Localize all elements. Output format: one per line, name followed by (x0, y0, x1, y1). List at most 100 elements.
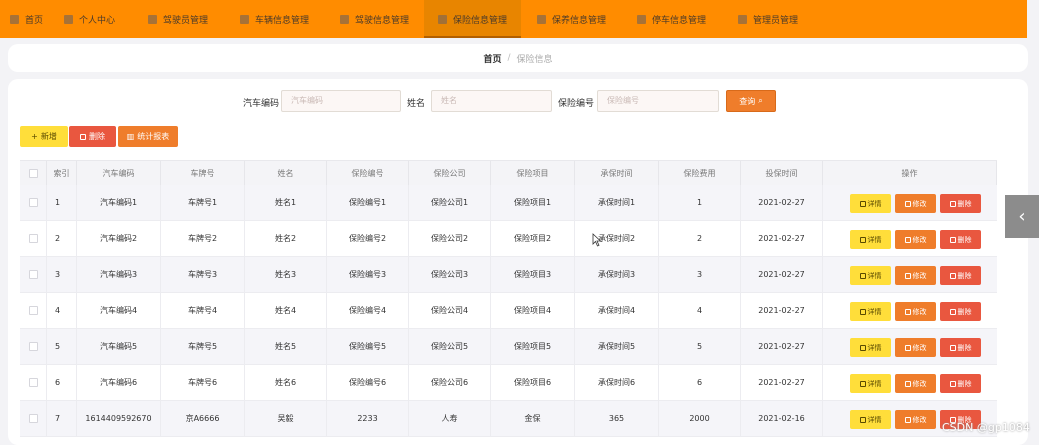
table-cell: 保险项目5 (491, 329, 575, 365)
stats-report-button[interactable]: ▥ 统计报表 (118, 126, 178, 147)
watermark: CSDN @gp1084 (942, 421, 1030, 434)
batch-delete-button[interactable]: 删除 (69, 126, 116, 147)
insurance-no-label: 保险编号 (558, 99, 595, 109)
row-checkbox[interactable] (29, 198, 38, 207)
edit-button[interactable]: 修改 (895, 410, 936, 429)
name-input[interactable]: 姓名 (431, 90, 552, 112)
detail-button[interactable]: 详情 (850, 338, 891, 357)
row-checkbox[interactable] (29, 270, 38, 279)
select-all-checkbox[interactable] (29, 169, 38, 178)
name-label: 姓名 (407, 99, 426, 109)
table-cell: 承保时间3 (575, 257, 659, 293)
car-code-input[interactable]: 汽车编码 (281, 90, 401, 112)
edit-icon (904, 344, 911, 351)
table-cell: 保险公司1 (409, 185, 491, 221)
edit-button[interactable]: 修改 (895, 230, 936, 249)
table-cell: 2021-02-27 (741, 221, 823, 257)
nav-item-label: 车辆信息管理 (255, 15, 310, 26)
delete-button[interactable]: 删除 (940, 374, 981, 393)
table-cell: 保险编号2 (327, 221, 409, 257)
detail-button[interactable]: 详情 (850, 302, 891, 321)
row-checkbox[interactable] (29, 234, 38, 243)
table-cell: 保险项目3 (491, 257, 575, 293)
table-cell: 1 (47, 185, 77, 221)
nav-item-4[interactable]: 驾驶信息管理 (340, 0, 409, 38)
detail-button-label: 详情 (867, 343, 882, 352)
table-cell: 车牌号1 (161, 185, 245, 221)
table-cell: 姓名6 (245, 365, 327, 401)
trash-icon (949, 380, 956, 387)
row-select-cell (20, 257, 47, 293)
table-cell: 汽车编码4 (77, 293, 161, 329)
table-cell: 保险编号6 (327, 365, 409, 401)
table-cell: 2 (47, 221, 77, 257)
edit-button-label: 修改 (912, 343, 927, 352)
delete-button[interactable]: 删除 (940, 230, 981, 249)
detail-button[interactable]: 详情 (850, 374, 891, 393)
nav-item-6[interactable]: 保养信息管理 (537, 0, 606, 38)
table-cell: 姓名1 (245, 185, 327, 221)
row-select-cell (20, 185, 47, 221)
nav-item-7[interactable]: 停车信息管理 (637, 0, 706, 38)
delete-button[interactable]: 删除 (940, 194, 981, 213)
nav-item-label: 保险信息管理 (453, 15, 508, 26)
table-cell: 保险公司5 (409, 329, 491, 365)
trash-icon (80, 133, 86, 140)
row-checkbox[interactable] (29, 342, 38, 351)
user-icon (738, 14, 747, 24)
table-cell: 2021-02-27 (741, 365, 823, 401)
row-checkbox[interactable] (29, 378, 38, 387)
nav-item-3[interactable]: 车辆信息管理 (240, 0, 309, 38)
column-header: 车牌号 (161, 161, 245, 186)
table-cell: 7 (47, 401, 77, 437)
delete-button[interactable]: 删除 (940, 302, 981, 321)
column-header: 操作 (823, 161, 997, 186)
column-header: 保险编号 (327, 161, 409, 186)
breadcrumb-home[interactable]: 首页 (483, 52, 501, 65)
table-cell: 6 (659, 365, 741, 401)
insurance-no-input[interactable]: 保险编号 (597, 90, 719, 112)
table-cell: 汽车编码5 (77, 329, 161, 365)
row-select-cell (20, 365, 47, 401)
detail-button[interactable]: 详情 (850, 230, 891, 249)
edit-button[interactable]: 修改 (895, 302, 936, 321)
nav-item-2[interactable]: 驾驶员管理 (148, 0, 208, 38)
detail-button[interactable]: 详情 (850, 194, 891, 213)
table-cell: 6 (47, 365, 77, 401)
delete-button[interactable]: 删除 (940, 266, 981, 285)
table-row: 7 1614409592670 京A6666 吴毅 2233 人寿 金保 365 2000 202… (20, 401, 997, 437)
delete-button[interactable]: 删除 (940, 338, 981, 357)
search-button[interactable]: 查询 ⌕ (726, 90, 776, 112)
breadcrumb-current: 保险信息 (516, 54, 553, 65)
edit-button[interactable]: 修改 (895, 266, 936, 285)
table-cell: 2 (659, 221, 741, 257)
row-checkbox[interactable] (29, 306, 38, 315)
row-checkbox[interactable] (29, 414, 38, 423)
detail-button-label: 详情 (867, 307, 882, 316)
side-collapse-tab[interactable]: ‹ (1005, 195, 1039, 238)
edit-button[interactable]: 修改 (895, 194, 936, 213)
column-header: 承保时间 (575, 161, 659, 186)
row-actions-cell: 详情 修改 删除 (823, 293, 997, 329)
detail-button[interactable]: 详情 (850, 410, 891, 429)
table-cell: 2021-02-27 (741, 329, 823, 365)
nav-item-5[interactable]: 保险信息管理 (424, 0, 522, 38)
column-header: 保险项目 (491, 161, 575, 186)
add-button[interactable]: + 新增 (20, 126, 68, 147)
column-header: 保险费用 (659, 161, 741, 186)
row-select-cell (20, 293, 47, 329)
home-icon (10, 14, 19, 24)
detail-button[interactable]: 详情 (850, 266, 891, 285)
edit-button[interactable]: 修改 (895, 338, 936, 357)
table-row: 3 汽车编码3 车牌号3 姓名3 保险编号3 保险公司3 保险项目3 承保时间3 3 2021-0… (20, 257, 997, 293)
table-cell: 3 (47, 257, 77, 293)
table-cell: 姓名4 (245, 293, 327, 329)
edit-button[interactable]: 修改 (895, 374, 936, 393)
nav-item-0[interactable]: 首页 (10, 0, 43, 38)
detail-button-label: 详情 (867, 379, 882, 388)
row-select-cell (20, 401, 47, 437)
nav-item-8[interactable]: 管理员管理 (738, 0, 798, 38)
table-cell: 1614409592670 (77, 401, 161, 437)
nav-item-1[interactable]: 个人中心 (64, 0, 115, 38)
table-cell: 汽车编码2 (77, 221, 161, 257)
